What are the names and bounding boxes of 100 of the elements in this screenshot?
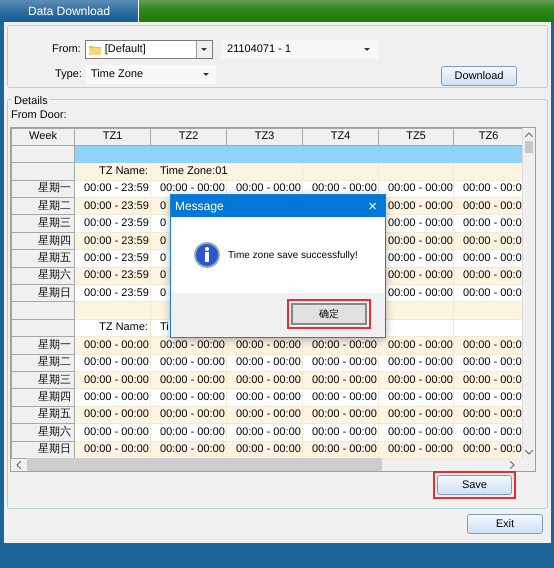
table-cell: 00:00 - 00:00 [378,180,454,198]
table-cell: 00:00 - 23:59 [74,250,150,268]
download-button[interactable]: Download [441,66,517,86]
tz-name-label: TZ Name: [74,319,150,337]
weekday-cell: 星期六 [12,424,74,442]
from-dropdown[interactable]: [Default] [84,40,213,59]
table-cell: 00:00 - 00:0 [454,214,522,232]
table-cell: 00:00 - 00:00 [378,354,454,372]
table-cell: 00:00 - 00:0 [454,267,522,285]
table-cell: 00:00 - 00:00 [226,406,302,424]
table-cell: 00:00 - 00:0 [454,180,522,198]
table-cell: 00:00 - 00:00 [302,388,378,406]
table-cell: 00:00 - 00:00 [74,441,150,458]
device-dropdown[interactable]: 21104071 - 1 [221,40,378,59]
weekday-cell: 星期三 [12,214,74,232]
table-cell: 00:00 - 00:0 [454,284,522,302]
folder-icon [88,44,101,54]
window-title[interactable]: Data Download [0,0,139,22]
from-label: From: [52,42,81,58]
table-cell: 00:00 - 00:00 [378,336,454,354]
weekday-cell: 星期一 [12,180,74,198]
table-cell: 00:00 - 23:59 [74,214,150,232]
table-cell: 00:00 - 00:0 [454,371,522,389]
weekday-cell: 星期四 [12,232,74,250]
table-cell: 00:00 - 00:00 [378,441,454,458]
tz-name-label: TZ Name: [74,162,150,180]
table-cell: 00:00 - 00:00 [74,406,150,424]
scroll-thumb[interactable] [525,140,533,152]
type-dropdown[interactable]: Time Zone [86,65,216,84]
table-cell: 00:00 - 00:00 [226,441,302,458]
weekday-cell: 星期日 [12,441,74,458]
table-cell: 00:00 - 00:0 [454,441,522,458]
table-cell: 00:00 - 00:00 [378,371,454,389]
row-header[interactable] [12,162,74,180]
weekday-cell: 星期日 [12,284,74,302]
scroll-thumb[interactable] [27,458,382,472]
type-label: Type: [55,67,82,82]
table-cell: 00:00 - 00:0 [454,250,522,268]
table-cell: 00:00 - 00:0 [454,336,522,354]
close-button[interactable]: × [368,198,377,214]
scroll-right-icon[interactable] [510,460,515,469]
table-cell: 00:00 - 00:00 [302,371,378,389]
table-cell: 00:00 - 00:00 [302,354,378,372]
table-cell: 00:00 - 00:00 [302,441,378,458]
column-header[interactable]: TZ1 [74,128,150,146]
table-cell: 00:00 - 00:0 [454,198,522,215]
table-cell: 00:00 - 00:0 [454,232,522,250]
table-cell: 00:00 - 23:59 [74,284,150,302]
table-cell: 00:00 - 00:00 [302,424,378,442]
column-header[interactable]: TZ6 [454,128,522,146]
table-cell: 00:00 - 00:00 [150,371,226,389]
column-header[interactable]: TZ2 [150,128,226,146]
column-header[interactable]: Week [12,128,74,146]
from-door-label: From Door: [11,108,67,123]
weekday-cell: 星期二 [12,198,74,215]
table-cell: 00:00 - 00:00 [378,406,454,424]
weekday-cell: 星期三 [12,371,74,389]
column-header[interactable]: TZ3 [226,128,302,146]
selected-row[interactable] [12,145,522,163]
scroll-left-icon[interactable] [16,460,21,469]
dialog-title: Message [175,198,224,215]
weekday-cell: 星期六 [12,267,74,285]
save-button[interactable]: Save [437,475,512,495]
scroll-down-icon[interactable] [525,450,533,455]
table-cell: 00:00 - 00:00 [378,388,454,406]
table-cell: 00:00 - 00:00 [226,424,302,442]
table-cell: Time Zone:01 [150,162,226,180]
row-header[interactable] [12,319,74,337]
table-cell: 00:00 - 00:00 [74,336,150,354]
row-header[interactable] [12,145,74,163]
ok-button[interactable]: 确定 [291,303,367,325]
table-cell: 00:00 - 23:59 [74,232,150,250]
table-cell: 00:00 - 00:0 [454,388,522,406]
table-cell: 00:00 - 00:00 [226,371,302,389]
table-cell: 00:00 - 00:00 [226,354,302,372]
weekday-cell: 星期四 [12,388,74,406]
table-cell: 00:00 - 00:00 [150,441,226,458]
column-header[interactable]: TZ5 [378,128,454,146]
table-cell: 00:00 - 23:59 [74,198,150,215]
table-cell: 00:00 - 00:00 [74,388,150,406]
table-cell: 00:00 - 00:0 [454,406,522,424]
table-cell: 00:00 - 00:00 [150,424,226,442]
dialog-message: Time zone save successfully! [228,248,358,262]
table-cell: 00:00 - 00:0 [454,424,522,442]
table-cell: 00:00 - 00:00 [150,406,226,424]
exit-button[interactable]: Exit [467,514,543,534]
vertical-scrollbar[interactable] [522,128,535,459]
table-cell: 00:00 - 23:59 [74,267,150,285]
row-header[interactable] [12,302,74,320]
column-header[interactable]: TZ4 [302,128,378,146]
horizontal-scrollbar[interactable] [10,458,536,472]
scroll-up-icon[interactable] [525,132,533,136]
weekday-cell: 星期五 [12,406,74,424]
weekday-cell: 星期五 [12,250,74,268]
weekday-cell: 星期一 [12,336,74,354]
table-cell: 00:00 - 00:0 [454,354,522,372]
table-cell: 00:00 - 00:00 [302,406,378,424]
table-cell: 00:00 - 00:00 [226,388,302,406]
table-cell: 00:00 - 00:00 [150,354,226,372]
table-cell: 00:00 - 00:00 [150,388,226,406]
